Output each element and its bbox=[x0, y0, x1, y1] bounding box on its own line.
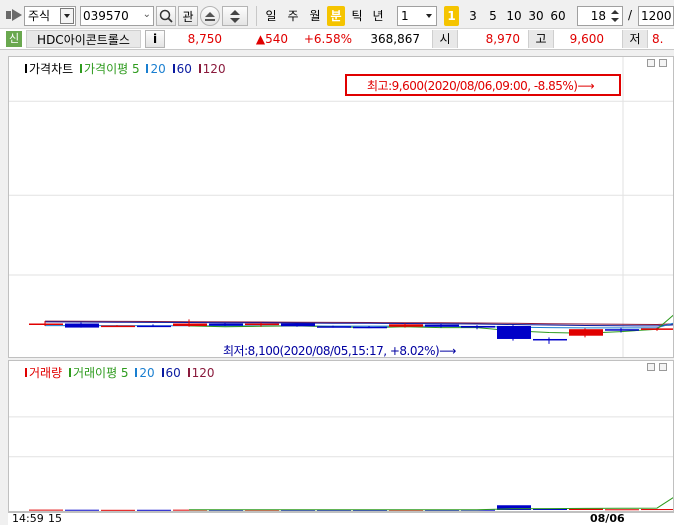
open-price: 8,970 bbox=[485, 32, 520, 46]
high-label: 고 bbox=[528, 30, 554, 48]
watchlist-button[interactable]: 관 bbox=[178, 6, 198, 26]
volume-plot bbox=[9, 416, 673, 511]
price-change: ▲540 bbox=[255, 32, 288, 46]
code-dropdown-icon[interactable]: ⌄ bbox=[143, 9, 151, 20]
x-axis: 14:59 15 08/06 bbox=[8, 512, 674, 525]
candle-body bbox=[641, 328, 673, 330]
candle-body bbox=[101, 325, 135, 328]
quick-interval-1[interactable]: 1 bbox=[444, 6, 459, 26]
quick-interval-3[interactable]: 3 bbox=[464, 6, 482, 26]
quick-interval-30[interactable]: 30 bbox=[526, 6, 546, 26]
low-price: 8. bbox=[652, 32, 664, 46]
stock-code-input[interactable]: 039570 ⌄ bbox=[80, 6, 154, 26]
candle-body bbox=[281, 323, 315, 327]
eject-icon bbox=[205, 12, 215, 21]
volume-bar bbox=[641, 509, 673, 511]
search-icon bbox=[159, 9, 173, 23]
info-button[interactable]: i bbox=[145, 30, 165, 48]
trade-volume: 368,867 bbox=[370, 32, 420, 46]
volume-bar bbox=[65, 509, 99, 511]
count-spin-icon[interactable] bbox=[609, 7, 621, 25]
period-month[interactable]: 월 bbox=[306, 6, 324, 26]
volume-bar bbox=[29, 509, 63, 511]
price-plot bbox=[9, 57, 673, 357]
current-price: 8,750 bbox=[187, 32, 222, 46]
toolbar-divider bbox=[256, 6, 257, 26]
updown-stepper[interactable] bbox=[222, 6, 248, 26]
volume-bar bbox=[101, 509, 135, 511]
volume-bar bbox=[137, 509, 171, 511]
candle-body bbox=[209, 323, 243, 326]
candle-body bbox=[353, 326, 387, 329]
total-count-value: 1200 bbox=[641, 9, 672, 23]
open-label: 시 bbox=[432, 30, 458, 48]
candle-body bbox=[425, 324, 459, 327]
quick-interval-5[interactable]: 5 bbox=[484, 6, 502, 26]
candle-body bbox=[317, 326, 351, 328]
interval-chevron-icon[interactable] bbox=[423, 9, 435, 23]
change-percent: +6.58% bbox=[303, 32, 352, 46]
toolbar: 주식 039570 ⌄ 관 일 주 월 분 틱 년 1 1 3 5 10 30 … bbox=[0, 0, 674, 29]
period-day[interactable]: 일 bbox=[262, 6, 280, 26]
candle-body bbox=[389, 324, 423, 327]
candle-body bbox=[137, 325, 171, 328]
chevron-down-icon[interactable] bbox=[60, 8, 74, 24]
new-badge: 신 bbox=[6, 31, 22, 47]
market-type-select[interactable]: 주식 bbox=[24, 6, 76, 26]
candle-body bbox=[497, 325, 531, 339]
search-button[interactable] bbox=[156, 6, 176, 26]
low-label: 저 bbox=[622, 30, 648, 48]
period-minute[interactable]: 분 bbox=[327, 6, 345, 26]
count-slash: / bbox=[628, 8, 633, 22]
high-annotation: 최고:9,600(2020/08/06,09:00, -8.85%)⟶ bbox=[367, 79, 595, 93]
interval-value: 1 bbox=[401, 9, 409, 23]
stock-name[interactable]: HDC아이콘트롤스 bbox=[26, 30, 141, 48]
price-chart-pane[interactable]: 가격차트 가격이평 5 20 60 120 최고:9,600(2020/08/0… bbox=[8, 56, 674, 358]
quick-interval-10[interactable]: 10 bbox=[504, 6, 524, 26]
link-arrow-icon[interactable] bbox=[6, 9, 22, 21]
candle-body bbox=[461, 325, 495, 328]
volume-chart-pane[interactable]: 거래량 거래이평 5 20 60 120 bbox=[8, 360, 674, 512]
quick-interval-60[interactable]: 60 bbox=[548, 6, 568, 26]
chevron-down-icon-svg bbox=[64, 14, 70, 18]
volume-vol_ma5-line bbox=[189, 497, 673, 511]
visible-count-stepper[interactable]: 18 bbox=[577, 6, 623, 26]
period-year[interactable]: 년 bbox=[369, 6, 387, 26]
candle-body bbox=[605, 329, 639, 331]
period-week[interactable]: 주 bbox=[284, 6, 302, 26]
x-axis-left-time: 14:59 bbox=[12, 512, 44, 525]
market-type-value: 주식 bbox=[28, 9, 51, 23]
candle-body bbox=[569, 329, 603, 336]
link-arrow-icon-svg bbox=[6, 9, 22, 21]
updown-icon bbox=[230, 10, 240, 23]
candle-body bbox=[173, 323, 207, 326]
x-axis-date-label: 08/06 bbox=[590, 512, 625, 525]
low-annotation: 최저:8,100(2020/08/05,15:17, +8.02%)⟶ bbox=[223, 344, 456, 358]
total-count-field[interactable]: 1200 bbox=[638, 6, 674, 26]
candle-body bbox=[533, 338, 567, 341]
eject-button[interactable] bbox=[200, 6, 220, 26]
period-tick[interactable]: 틱 bbox=[348, 6, 366, 26]
x-axis-left-min: 15 bbox=[48, 512, 62, 525]
candle-body bbox=[245, 323, 279, 326]
visible-count-value: 18 bbox=[590, 9, 606, 23]
volume-bar bbox=[605, 509, 639, 511]
high-price: 9,600 bbox=[569, 32, 604, 46]
candle-body bbox=[29, 323, 63, 325]
candle-body bbox=[65, 323, 99, 328]
stock-code-value: 039570 bbox=[83, 9, 129, 23]
interval-select[interactable]: 1 bbox=[397, 6, 437, 26]
